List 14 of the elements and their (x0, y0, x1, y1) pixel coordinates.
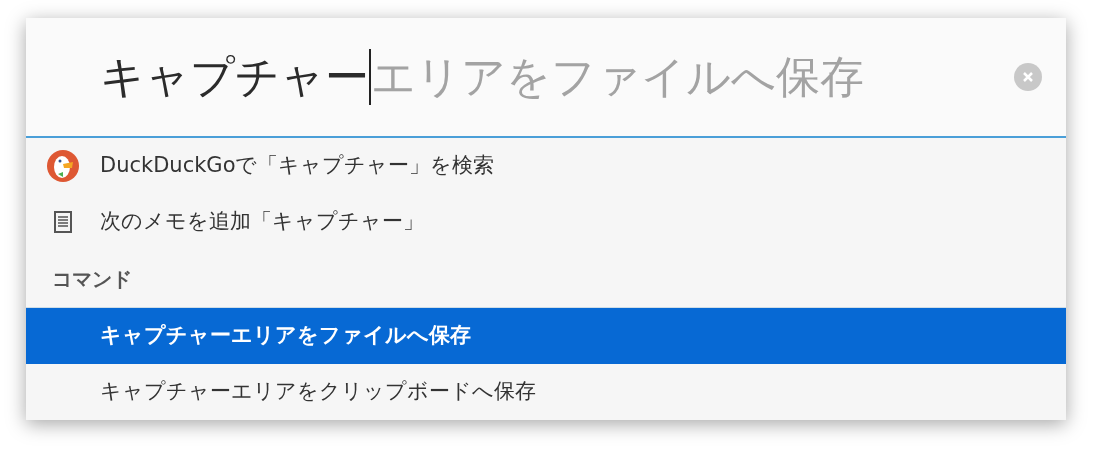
result-label: 次のメモを追加「キャプチャー」 (100, 208, 424, 236)
section-title: コマンド (52, 265, 132, 293)
clear-button[interactable] (1014, 63, 1042, 91)
duck-icon (47, 150, 79, 182)
close-icon (1022, 71, 1034, 83)
result-label: DuckDuckGoで「キャプチャー」を検索 (100, 152, 495, 180)
result-item[interactable]: DuckDuckGoで「キャプチャー」を検索 (26, 138, 1066, 194)
note-icon (54, 211, 72, 233)
command-item[interactable]: キャプチャーエリアをファイルへ保存 (26, 308, 1066, 364)
typed-text: キャプチャー (100, 55, 369, 99)
completion-text: エリアをファイルへ保存 (371, 55, 864, 99)
result-item[interactable]: 次のメモを追加「キャプチャー」 (26, 194, 1066, 250)
command-item[interactable]: キャプチャーエリアをクリップボードへ保存 (26, 364, 1066, 420)
text-cursor (369, 49, 371, 105)
